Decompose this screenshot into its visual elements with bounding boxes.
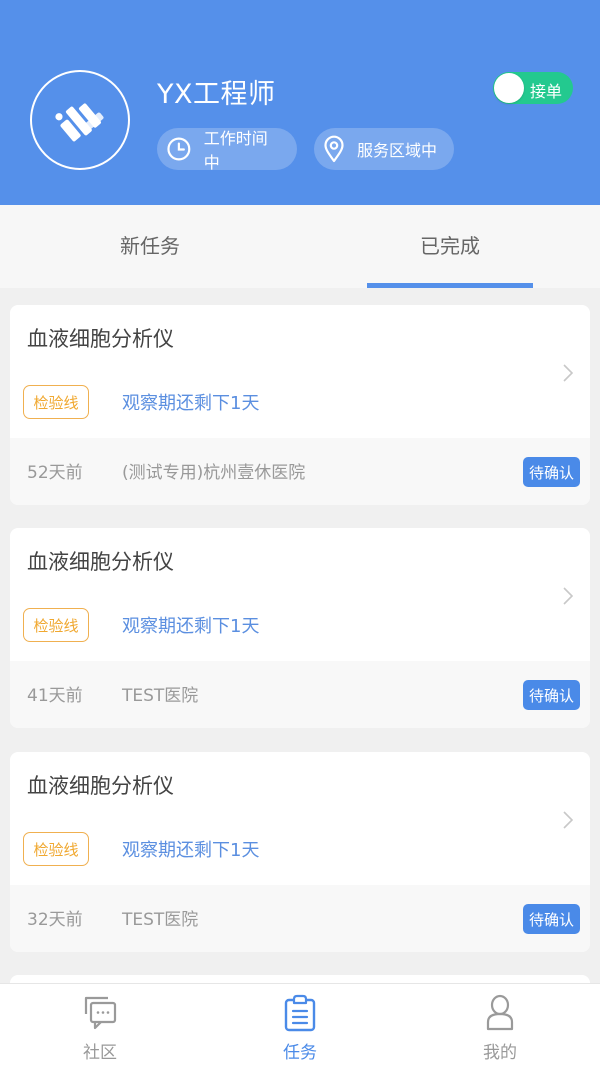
location-pin-icon <box>324 135 344 163</box>
person-icon <box>486 994 514 1031</box>
work-time-chip[interactable]: 工作时间中 <box>157 128 297 172</box>
toggle-knob <box>494 73 524 103</box>
chevron-right-icon <box>563 364 574 382</box>
time-ago: 32天前 <box>27 910 83 930</box>
device-title: 血液细胞分析仪 <box>27 774 174 798</box>
time-ago: 41天前 <box>27 686 83 706</box>
tabbar-item-tasks[interactable]: 任务 <box>200 984 400 1067</box>
tabbar-label: 社区 <box>83 1043 117 1063</box>
device-title: 血液细胞分析仪 <box>27 327 174 351</box>
hospital-name: TEST医院 <box>122 686 199 706</box>
service-area-chip[interactable]: 服务区域中 <box>314 128 454 170</box>
bottom-tab-bar: 社区 任务 我的 <box>0 983 600 1067</box>
active-tab-indicator <box>367 283 533 288</box>
logo-icon <box>55 103 104 142</box>
chat-bubbles-icon <box>84 996 117 1030</box>
observation-text: 观察期还剩下1天 <box>122 393 260 414</box>
accept-orders-toggle[interactable]: 接单 <box>493 72 573 104</box>
profile-header: YX工程师 工作时间中 服务区域中 接单 <box>0 0 600 205</box>
status-badge: 待确认 <box>523 457 580 487</box>
work-time-label: 工作时间中 <box>203 129 268 172</box>
clock-icon <box>167 137 191 161</box>
avatar[interactable] <box>30 70 130 170</box>
card-footer: 32天前 TEST医院 待确认 <box>10 885 590 952</box>
tabbar-item-mine[interactable]: 我的 <box>400 984 600 1067</box>
hospital-name: TEST医院 <box>122 910 199 930</box>
clipboard-icon <box>284 994 316 1032</box>
username: YX工程师 <box>157 79 276 110</box>
category-tag: 检验线 <box>23 832 89 866</box>
category-tag: 检验线 <box>23 385 89 419</box>
toggle-label: 接单 <box>530 82 563 101</box>
task-card[interactable]: 血液细胞分析仪 检验线 观察期还剩下1天 41天前 TEST医院 待确认 <box>10 528 590 728</box>
task-card[interactable]: 血液细胞分析仪 检验线 观察期还剩下1天 52天前 (测试专用)杭州壹休医院 待… <box>10 305 590 505</box>
chevron-right-icon <box>563 811 574 829</box>
tabbar-label: 任务 <box>283 1043 317 1063</box>
task-card[interactable]: 血液细胞分析仪 检验线 观察期还剩下1天 32天前 TEST医院 待确认 <box>10 752 590 952</box>
card-footer: 52天前 (测试专用)杭州壹休医院 待确认 <box>10 438 590 505</box>
category-tag: 检验线 <box>23 608 89 642</box>
tabbar-label: 我的 <box>483 1043 517 1063</box>
hospital-name: (测试专用)杭州壹休医院 <box>122 463 306 483</box>
chevron-right-icon <box>563 587 574 605</box>
device-title: 血液细胞分析仪 <box>27 550 174 574</box>
observation-text: 观察期还剩下1天 <box>122 616 260 637</box>
status-badge: 待确认 <box>523 680 580 710</box>
tab-new-tasks[interactable]: 新任务 <box>0 205 300 288</box>
card-footer: 41天前 TEST医院 待确认 <box>10 661 590 728</box>
tabbar-item-community[interactable]: 社区 <box>0 984 200 1067</box>
service-area-label: 服务区域中 <box>357 141 438 160</box>
status-badge: 待确认 <box>523 904 580 934</box>
observation-text: 观察期还剩下1天 <box>122 840 260 861</box>
tab-completed[interactable]: 已完成 <box>300 205 600 288</box>
time-ago: 52天前 <box>27 463 83 483</box>
task-tabs: 新任务 已完成 <box>0 205 600 288</box>
